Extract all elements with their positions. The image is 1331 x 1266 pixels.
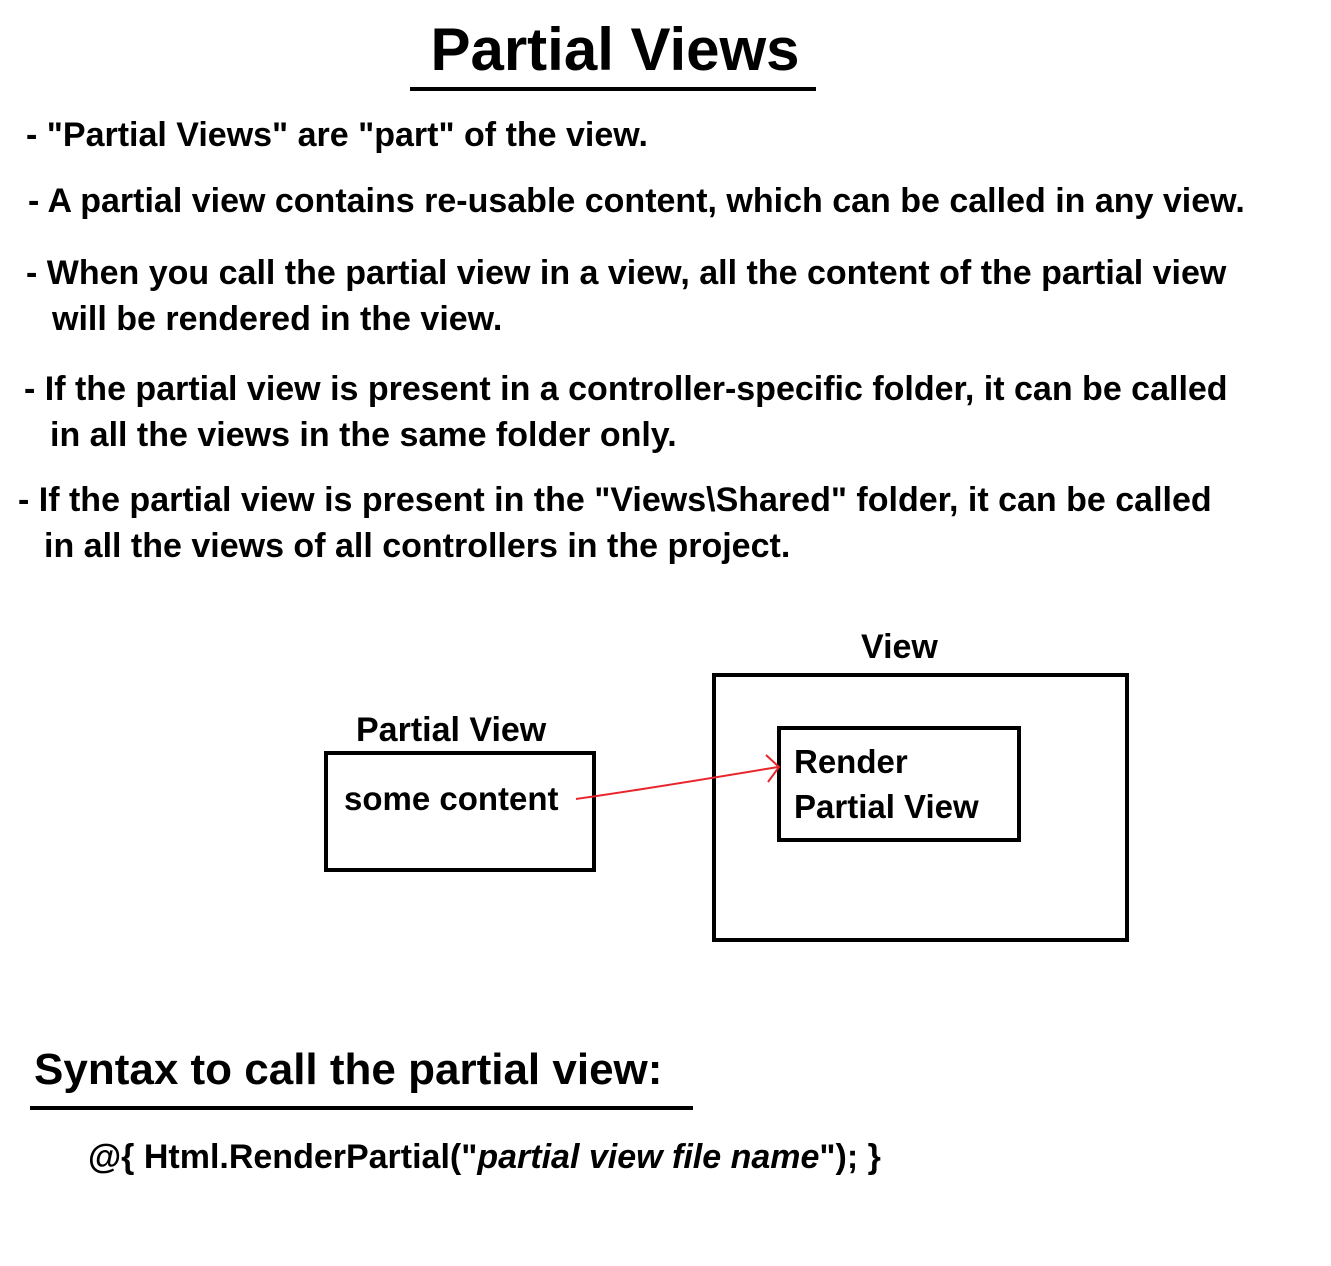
syntax-underline [30, 1106, 693, 1110]
arrow-line [575, 766, 779, 800]
syntax-code-suffix: "); } [819, 1138, 881, 1176]
syntax-code-prefix: @{ Html.RenderPartial(" [88, 1138, 478, 1176]
syntax-heading: Syntax to call the partial view: [34, 1045, 663, 1094]
syntax-code-param: partial view file name [477, 1138, 820, 1176]
syntax-code: @{ Html.RenderPartial("partial view file… [88, 1134, 881, 1180]
